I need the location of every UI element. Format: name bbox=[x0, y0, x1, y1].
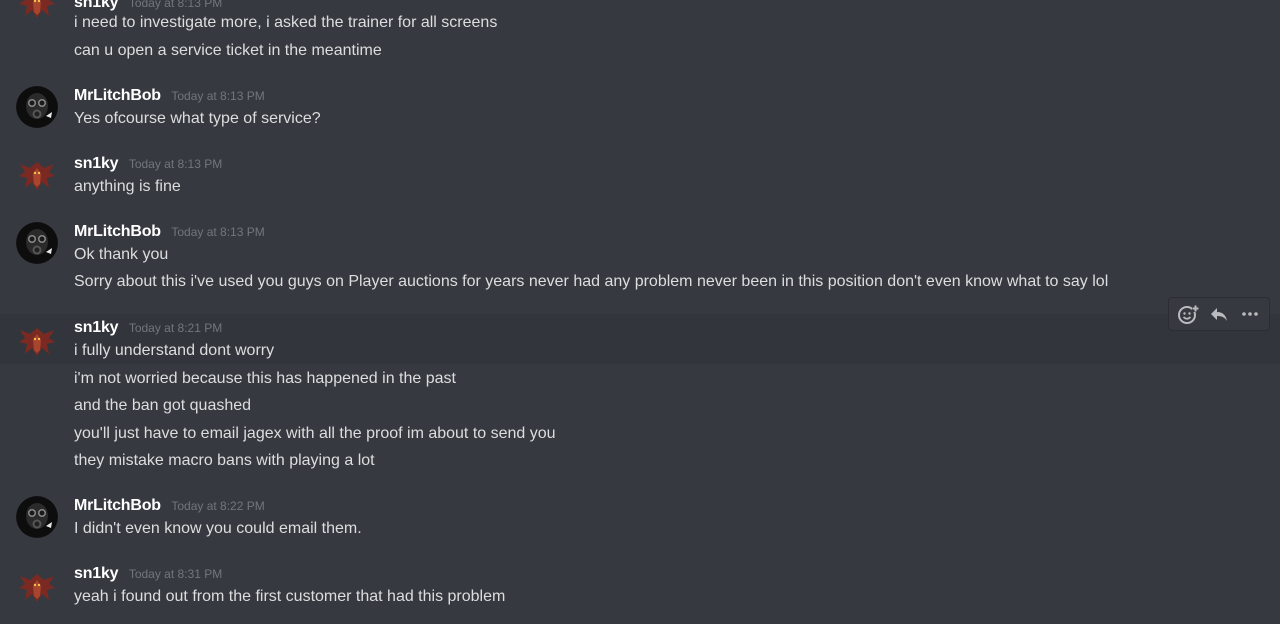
username[interactable]: sn1ky bbox=[74, 319, 119, 336]
timestamp: Today at 8:13 PM bbox=[128, 157, 223, 171]
reply-button[interactable] bbox=[1205, 300, 1233, 328]
timestamp: Today at 8:13 PM bbox=[171, 89, 265, 103]
more-icon bbox=[1241, 312, 1258, 316]
add-reaction-button[interactable] bbox=[1174, 300, 1202, 328]
message-text: i need to investigate more, i asked the … bbox=[74, 14, 498, 31]
message-text: can u open a service ticket in the meant… bbox=[74, 42, 382, 59]
avatar-sn1ky[interactable] bbox=[16, 154, 58, 196]
username[interactable]: MrLitchBob bbox=[74, 223, 161, 240]
username[interactable]: MrLitchBob bbox=[74, 87, 161, 104]
message-text: i'm not worried because this has happene… bbox=[74, 370, 456, 387]
message-text: yeah i found out from the first customer… bbox=[74, 588, 506, 605]
message-text: and the ban got quashed bbox=[74, 397, 252, 414]
message-hover-toolbar bbox=[1168, 297, 1270, 331]
message-text: anything is fine bbox=[74, 178, 181, 195]
message-text: Sorry about this i've used you guys on P… bbox=[74, 273, 1109, 290]
message-group: sn1ky Today at 8:21 PM i fully understan… bbox=[0, 314, 1280, 474]
message-group: MrLitchBob Today at 8:13 PM Yes ofcourse… bbox=[0, 82, 1280, 134]
timestamp: Today at 8:22 PM bbox=[171, 499, 265, 513]
username[interactable]: sn1ky bbox=[74, 565, 119, 582]
chat-message-list: sn1ky Today at 8:13 PM i need to investi… bbox=[0, 0, 1280, 624]
username[interactable]: MrLitchBob bbox=[74, 497, 161, 514]
timestamp: Today at 8:31 PM bbox=[128, 567, 223, 581]
avatar-sn1ky[interactable] bbox=[16, 320, 58, 362]
message-group: sn1ky Today at 8:13 PM anything is fine bbox=[0, 150, 1280, 202]
message-text: Yes ofcourse what type of service? bbox=[74, 110, 321, 127]
avatar-mrlitchbob[interactable] bbox=[16, 496, 58, 538]
message-text: you'll just have to email jagex with all… bbox=[74, 425, 556, 442]
timestamp: Today at 8:13 PM bbox=[128, 0, 223, 10]
message-text: they mistake macro bans with playing a l… bbox=[74, 452, 375, 469]
avatar-sn1ky[interactable] bbox=[16, 566, 58, 608]
message-text: i fully understand dont worry bbox=[74, 342, 275, 359]
reply-icon bbox=[1210, 308, 1227, 321]
timestamp: Today at 8:21 PM bbox=[128, 321, 223, 335]
avatar-mrlitchbob[interactable] bbox=[16, 222, 58, 264]
username[interactable]: sn1ky bbox=[74, 155, 119, 172]
message-group: MrLitchBob Today at 8:13 PM Ok thank you… bbox=[0, 218, 1280, 298]
message-group: sn1ky Today at 8:13 PM i need to investi… bbox=[0, 0, 1280, 62]
message-group: sn1ky Today at 8:31 PM yeah i found out … bbox=[0, 560, 1280, 624]
more-options-button[interactable] bbox=[1236, 300, 1264, 328]
username[interactable]: sn1ky bbox=[74, 0, 119, 11]
message-text: Ok thank you bbox=[74, 246, 169, 263]
message-text: I didn't even know you could email them. bbox=[74, 520, 362, 537]
add-reaction-icon bbox=[1178, 305, 1200, 324]
message-group: MrLitchBob Today at 8:22 PM I didn't eve… bbox=[0, 492, 1280, 544]
avatar-sn1ky[interactable] bbox=[16, 0, 58, 24]
avatar-mrlitchbob[interactable] bbox=[16, 86, 58, 128]
timestamp: Today at 8:13 PM bbox=[171, 225, 265, 239]
